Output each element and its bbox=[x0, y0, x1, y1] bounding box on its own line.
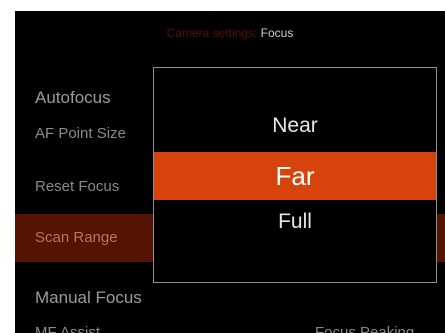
section-manual-focus: Manual Focus bbox=[35, 288, 142, 307]
menu-item-label: Reset Focus bbox=[35, 178, 120, 195]
option-far[interactable]: Far bbox=[154, 152, 436, 200]
menu-item-label: AF Point Size bbox=[35, 125, 126, 142]
scan-range-popup: Near Far Full bbox=[153, 67, 437, 283]
option-near[interactable]: Near bbox=[154, 111, 436, 141]
header-prefix: Camera settings: bbox=[166, 26, 258, 40]
menu-item-mf-assist[interactable]: MF Assist Focus Peaking bbox=[15, 323, 445, 333]
menu-item-value: Focus Peaking bbox=[315, 324, 415, 333]
option-full[interactable]: Full bbox=[154, 207, 436, 237]
camera-screen: Camera settings: Focus Autofocus AF Poin… bbox=[15, 11, 445, 333]
header-page: Focus bbox=[260, 26, 294, 40]
header: Camera settings: Focus bbox=[15, 11, 445, 55]
menu-item-label: Scan Range bbox=[35, 229, 118, 246]
menu-item-label: MF Assist bbox=[35, 324, 101, 333]
section-autofocus: Autofocus bbox=[35, 88, 111, 107]
